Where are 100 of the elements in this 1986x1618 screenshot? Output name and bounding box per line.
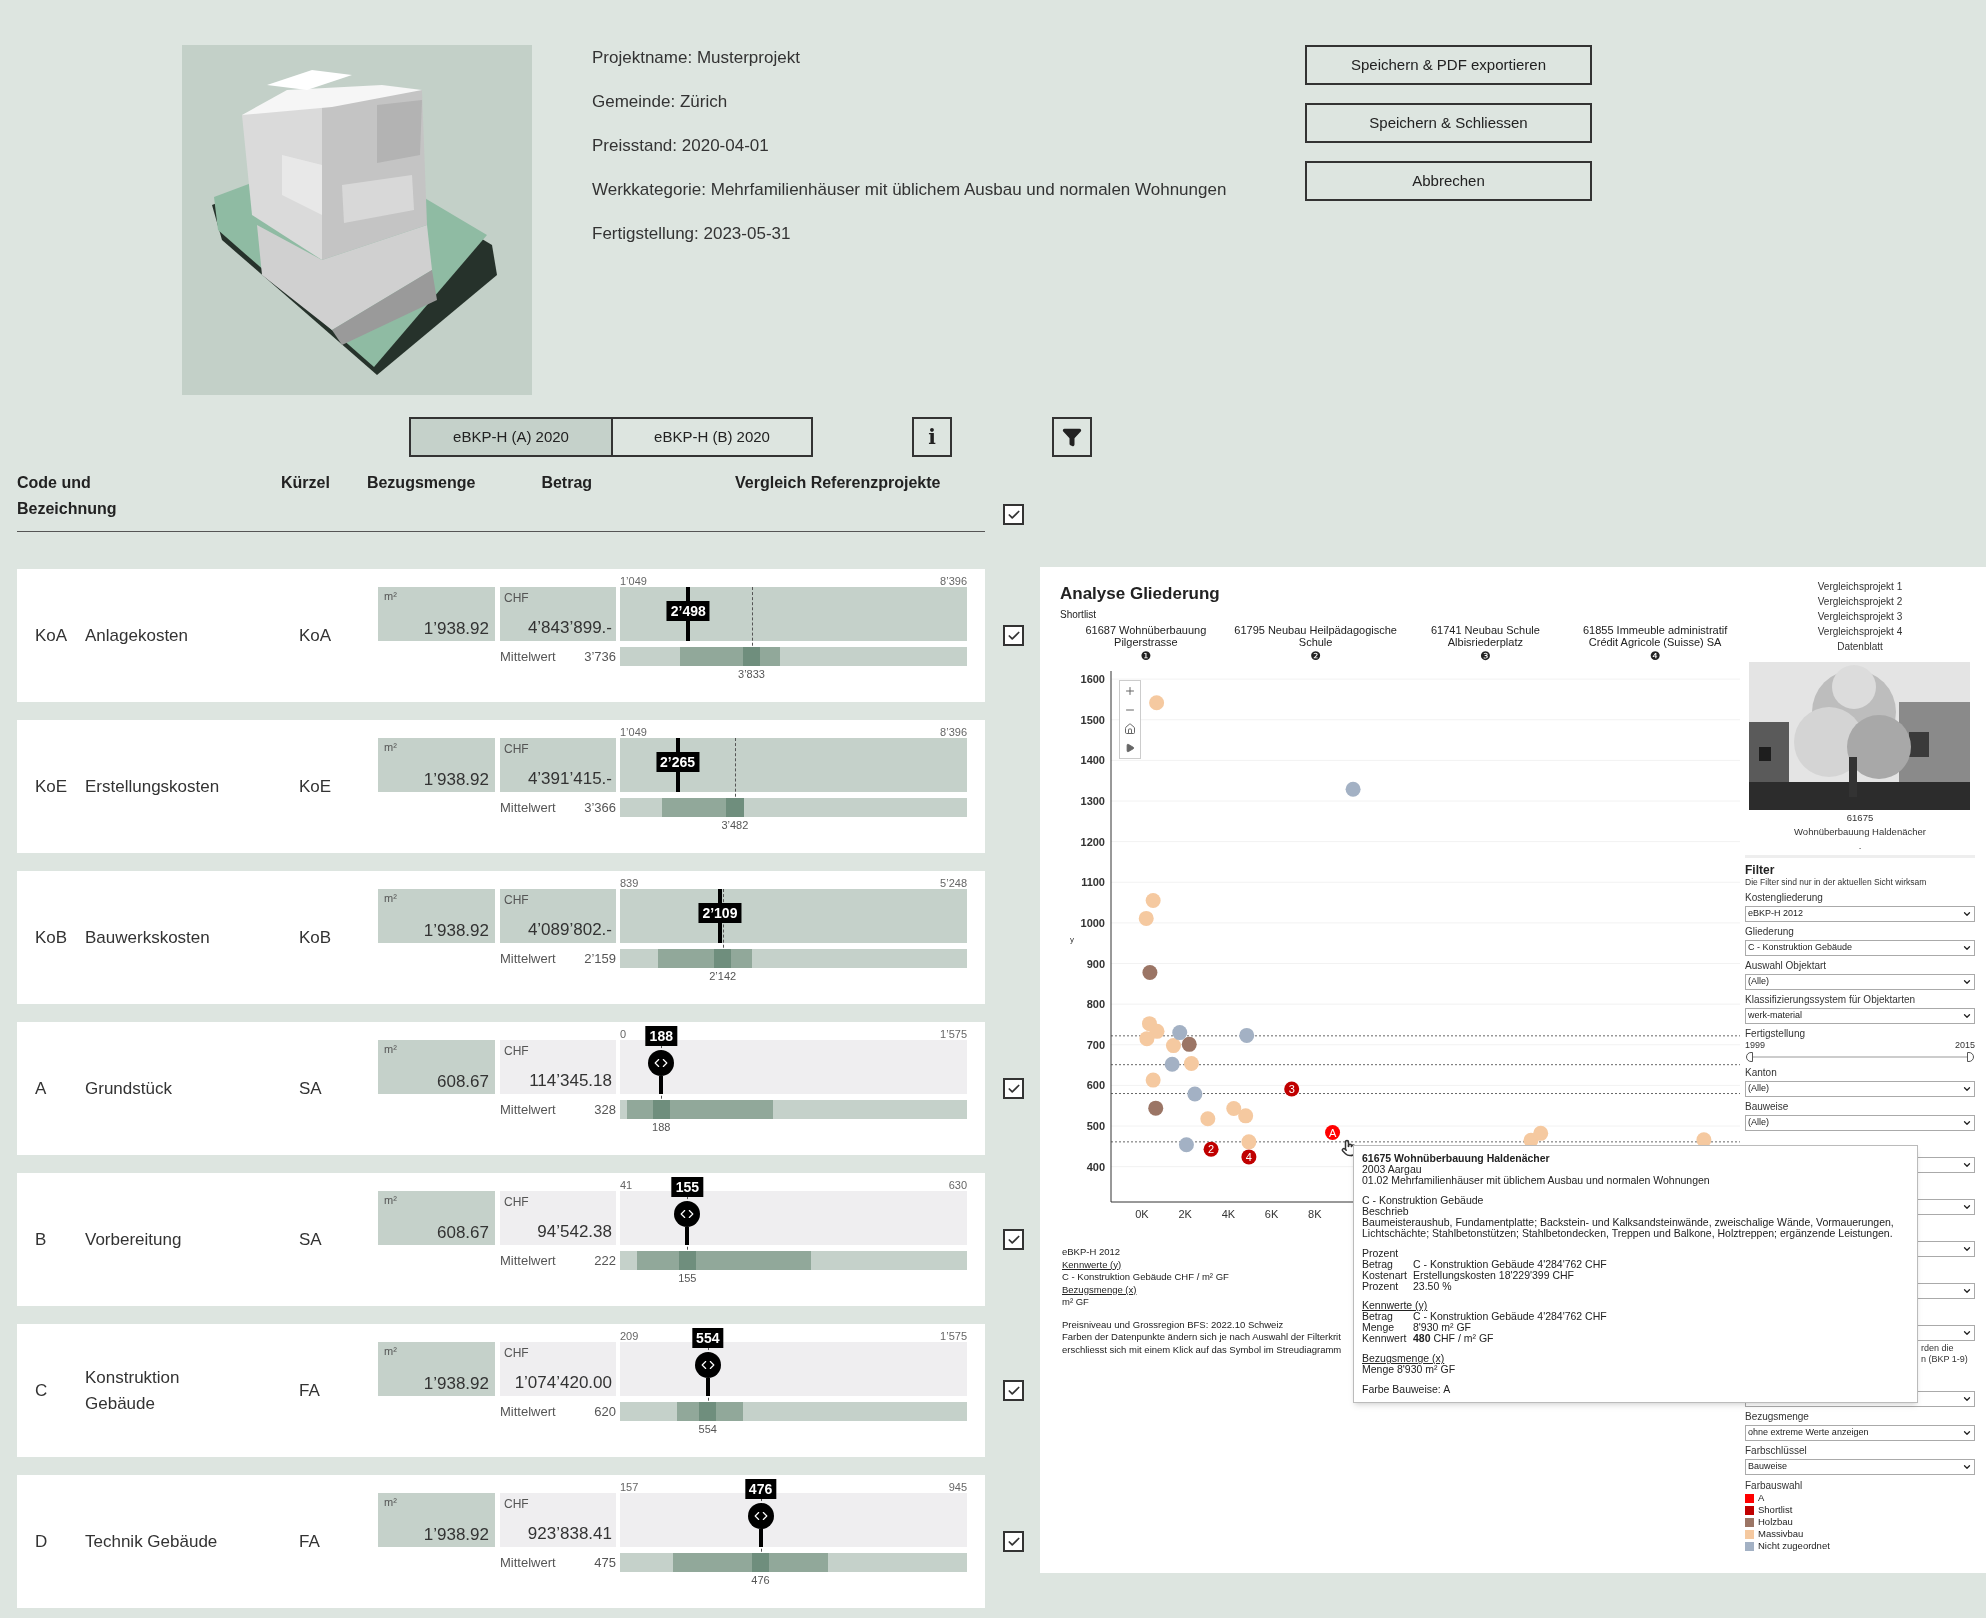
field-label: Betrag: [1362, 1258, 1394, 1270]
project-number: ❶: [1140, 648, 1152, 664]
min-value: 0: [620, 1029, 627, 1040]
range-slider[interactable]: [1749, 1051, 1971, 1063]
data-point[interactable]: [1325, 1125, 1341, 1141]
mean-value: 328: [594, 1100, 616, 1119]
tab[interactable]: eBKP-H (A) 2020: [411, 419, 611, 455]
tick-label: 500: [1086, 1120, 1105, 1133]
checkbox[interactable]: [1003, 1078, 1024, 1099]
data-point[interactable]: [1148, 1100, 1164, 1116]
value-badge: 155: [671, 1177, 703, 1197]
checkbox[interactable]: [1003, 504, 1024, 525]
slider-thumb[interactable]: [1967, 1052, 1974, 1062]
caret-icon: [1962, 1084, 1972, 1094]
select-field[interactable]: (Alle): [1745, 974, 1975, 990]
caret-icon: [1962, 1011, 1972, 1021]
select-field[interactable]: C - Konstruktion Gebäude: [1745, 940, 1975, 956]
project-info: Fertigstellung: 2023-05-31: [592, 224, 792, 244]
hovered-point-label: A: [1328, 1126, 1337, 1139]
median-band: [714, 949, 732, 968]
quantity-value: 1’938.92: [422, 620, 489, 637]
reference-value: 2’142: [709, 971, 737, 982]
legend-label: Massivbau: [1758, 1526, 1804, 1541]
reference-value: 3’833: [738, 669, 765, 680]
reference-value: 554: [698, 1424, 717, 1435]
plus-icon: [1124, 685, 1136, 697]
short-label: KoB: [299, 926, 333, 949]
field-label: Bezugsmenge: [1745, 1411, 1809, 1422]
mean-value: 3’366: [584, 798, 616, 817]
tick-label: 4K: [1221, 1208, 1236, 1220]
info-button[interactable]: i: [912, 417, 952, 457]
range-min: 1999: [1745, 1040, 1766, 1051]
project-name: 61855 Immeuble administratif Crédit Agricole (Suisse) SA: [1581, 624, 1729, 648]
amount-value: 4’843’899.-: [526, 619, 612, 636]
tab[interactable]: eBKP-H (B) 2020: [611, 419, 811, 455]
mean-value: 2’159: [584, 949, 616, 968]
project-info: Projektname: Musterprojekt: [592, 48, 801, 68]
checkbox[interactable]: [1003, 1229, 1024, 1250]
tooltip-text: Prozent: [1362, 1247, 1399, 1259]
tooltip-text: 01.02 Mehrfamilienhäuser mit üblichem Ausbau und normalen Wohnungen: [1362, 1175, 1710, 1186]
data-point[interactable]: [1181, 1036, 1197, 1052]
select-field[interactable]: (Alle): [1745, 1081, 1975, 1097]
checkbox[interactable]: [1003, 625, 1024, 646]
slider-thumb[interactable]: [1746, 1052, 1753, 1062]
short-label: SA: [299, 1077, 323, 1100]
note-text: m² GF: [1062, 1296, 1089, 1309]
cost-name: Anlagekosten: [85, 624, 190, 647]
max-value: 630: [948, 1180, 967, 1191]
quantity-value: 1’938.92: [422, 1526, 489, 1543]
short-label: FA: [299, 1379, 321, 1402]
tick-label: 600: [1086, 1079, 1105, 1092]
quantity-value: 1’938.92: [422, 1375, 489, 1392]
min-value: 41: [620, 1180, 633, 1191]
section-heading: Kennwerte (y): [1362, 1300, 1428, 1312]
action-button[interactable]: Speichern & PDF exportieren: [1305, 45, 1592, 85]
sidebar-link[interactable]: Vergleichsprojekt 2: [1745, 594, 1975, 609]
panel-subtitle: Shortlist: [1060, 610, 1098, 620]
tick-label: 2K: [1178, 1208, 1192, 1220]
code-label: C: [35, 1379, 49, 1402]
action-button[interactable]: Abbrechen: [1305, 161, 1592, 201]
max-value: 8’396: [940, 576, 967, 587]
field-label: Kostengliederung: [1745, 892, 1823, 903]
field-label: Kostenart: [1362, 1269, 1408, 1281]
currency-label: CHF: [504, 743, 530, 755]
data-point[interactable]: [1203, 1141, 1219, 1157]
data-point[interactable]: [1172, 1025, 1188, 1041]
filter-button[interactable]: [1052, 417, 1092, 457]
project-number: ❷: [1310, 648, 1321, 664]
tooltip-text: Beschrieb: [1362, 1205, 1409, 1217]
checkbox[interactable]: [1003, 1380, 1024, 1401]
action-button[interactable]: Speichern & Schliessen: [1305, 103, 1592, 143]
photo-caption: .: [1857, 839, 1863, 852]
data-point[interactable]: [1241, 1149, 1257, 1165]
project-info: Gemeinde: Zürich: [592, 92, 729, 112]
select-field[interactable]: (Alle): [1745, 1115, 1975, 1131]
sidebar-link[interactable]: Vergleichsprojekt 1: [1745, 579, 1975, 594]
tooltip-text: C - Konstruktion Gebäude: [1362, 1194, 1484, 1206]
select-field[interactable]: ohne extreme Werte anzeigen: [1745, 1425, 1975, 1441]
select-field[interactable]: eBKP-H 2012: [1745, 906, 1975, 922]
max-value: 1’575: [940, 1331, 967, 1342]
sidebar-link[interactable]: Vergleichsprojekt 4: [1745, 624, 1975, 639]
tick-label: 1300: [1080, 795, 1105, 807]
checkbox[interactable]: [1003, 1531, 1024, 1552]
short-label: FA: [299, 1530, 321, 1553]
photo-caption: Wohnüberbauung Haldenächer: [1793, 825, 1927, 838]
data-point[interactable]: [1142, 964, 1158, 980]
data-point[interactable]: [1284, 1081, 1300, 1097]
select-field[interactable]: Bauweise: [1745, 1459, 1975, 1475]
sidebar-link[interactable]: Vergleichsprojekt 3: [1745, 609, 1975, 624]
filter-icon: [1062, 427, 1082, 447]
filter-hint: Die Filter sind nur in der aktuellen Sicht wirksam: [1745, 877, 1928, 888]
min-value: 1’049: [620, 727, 647, 738]
column-header: Code und Bezeichnung: [17, 473, 118, 519]
min-value: 157: [620, 1482, 639, 1493]
project-name: 61687 Wohnüberbauung Pilgerstrasse: [1084, 624, 1208, 648]
home-button[interactable]: [1124, 721, 1136, 737]
select-field[interactable]: werk-material: [1745, 1008, 1975, 1024]
sidebar-link[interactable]: Datenblatt: [1745, 639, 1975, 654]
currency-label: CHF: [504, 592, 530, 604]
note-text: Preisniveau und Grossregion BFS: 2022.10 Schweiz: [1062, 1318, 1284, 1331]
